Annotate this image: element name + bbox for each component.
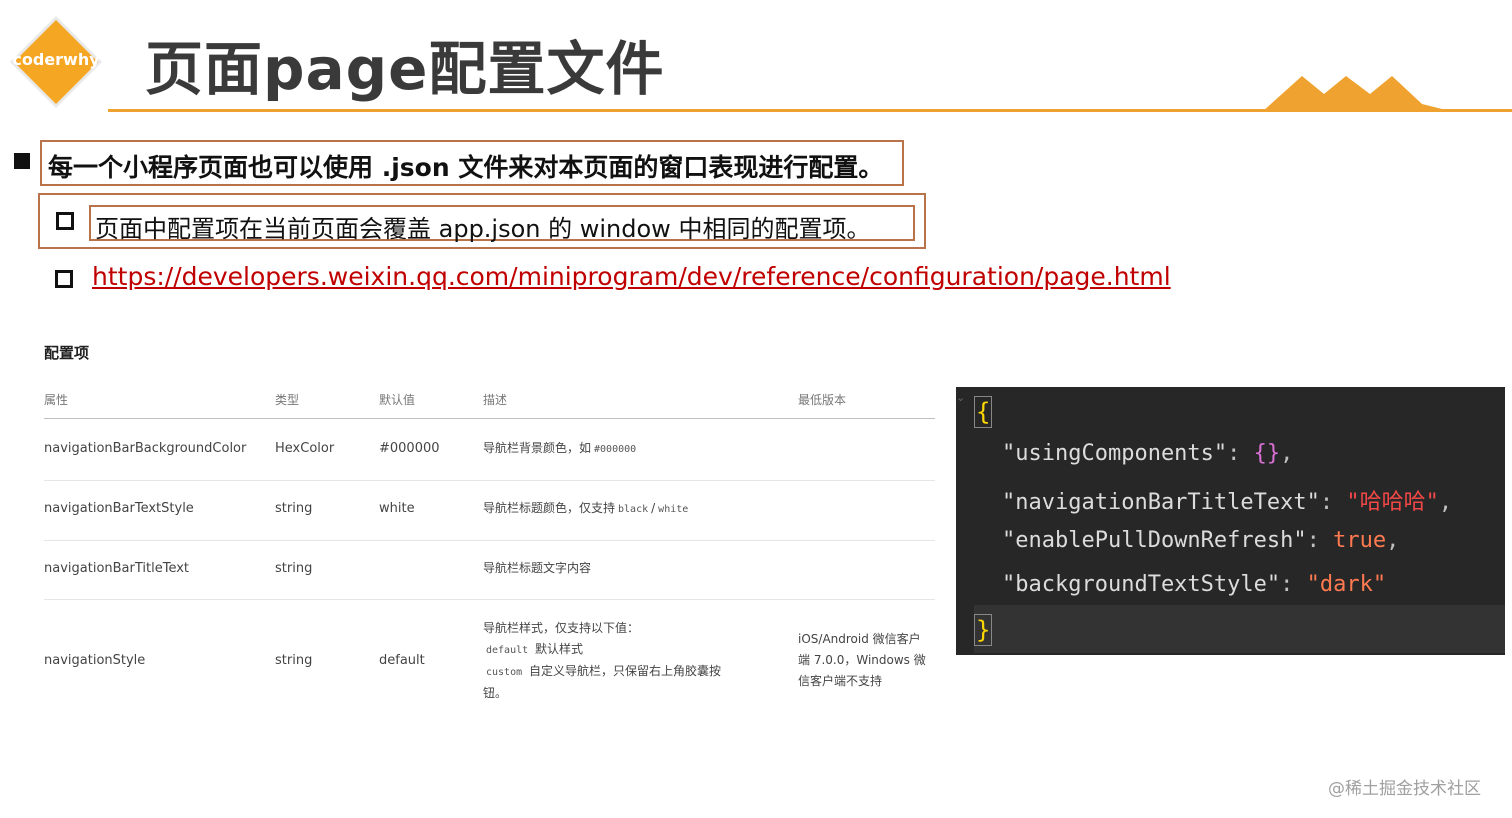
desc-text: 自定义导航栏，只保留右上角胶囊按 [528,664,721,678]
table-cell-attr: navigationBarTitleText [44,561,190,576]
current-line-highlight [974,605,1505,653]
table-cell-type: string [275,501,313,516]
code-value: "哈哈哈" [1346,490,1439,515]
version-line: 端 7.0.0，Windows 微 [798,653,926,667]
table-cell-type: string [275,653,313,668]
table-cell-type: string [275,561,313,576]
main-bullet-text: 每一个小程序页面也可以使用 .json 文件来对本页面的窗口表现进行配置。 [48,153,884,182]
desc-code: custom [486,667,523,678]
watermark: @稀土掘金技术社区 [1328,779,1481,799]
highlight-box-sub: 页面中配置项在当前页面会覆盖 app.json 的 window 中相同的配置项… [38,193,926,249]
desc-code: white [658,504,689,515]
code-line: "usingComponents": {}, [1002,441,1293,466]
table-header-divider [44,418,935,419]
reference-link[interactable]: https://developers.weixin.qq.com/minipro… [92,262,1171,291]
version-line: 信客户端不支持 [798,674,883,688]
table-cell-type: HexColor [275,441,335,456]
desc-code: default [486,645,529,656]
editor-gutter: ⌄ [956,387,972,655]
column-header-type: 类型 [275,393,300,407]
row-divider [44,480,935,481]
version-line: iOS/Android 微信客户 [798,632,921,646]
code-colon: : [1280,572,1307,597]
table-cell-attr: navigationBarBackgroundColor [44,441,247,456]
code-line: "enablePullDownRefresh": true, [1002,528,1399,553]
code-comma: , [1438,490,1453,515]
code-colon: : [1227,441,1254,466]
code-key: "enablePullDownRefresh" [1002,528,1307,553]
table-cell-attr: navigationBarTextStyle [44,501,194,516]
header-divider [108,109,1512,112]
page-title: 页面page配置文件 [145,35,665,103]
code-value: "dark" [1306,572,1387,597]
code-editor-panel: ⌄ [956,387,1505,655]
sub-bullet-text: 页面中配置项在当前页面会覆盖 app.json 的 window 中相同的配置项… [95,215,871,243]
table-cell-desc: 导航栏标题颜色，仅支持 black / white [483,498,691,520]
table-cell-desc: 导航栏样式，仅支持以下值： default 默认样式 custom 自定义导航栏… [483,618,721,704]
code-colon: : [1319,490,1347,515]
close-brace: } [974,614,993,646]
code-key: "usingComponents" [1002,441,1228,466]
table-cell-version: iOS/Android 微信客户 端 7.0.0，Windows 微 信客户端不… [798,629,926,692]
hollow-bullet-icon [56,212,74,230]
column-header-version: 最低版本 [798,393,847,407]
code-value: {} [1253,441,1281,466]
logo-text: coderwhy [12,50,100,69]
table-cell-desc: 导航栏背景颜色，如 #000000 [483,438,639,460]
code-line: "backgroundTextStyle": "dark" [1002,572,1386,597]
highlight-box-main: 每一个小程序页面也可以使用 .json 文件来对本页面的窗口表现进行配置。 [40,140,904,186]
column-header-attr: 属性 [44,393,69,407]
table-cell-attr: navigationStyle [44,653,146,668]
column-header-desc: 描述 [483,393,508,407]
code-key: "backgroundTextStyle" [1002,572,1281,597]
desc-text: 默认样式 [534,642,583,656]
code-comma: , [1280,441,1294,466]
highlight-box-sub-inner: 页面中配置项在当前页面会覆盖 app.json 的 window 中相同的配置项… [89,205,915,243]
hollow-bullet-icon [55,270,73,288]
row-divider [44,540,935,541]
code-colon: : [1306,528,1334,553]
table-cell-default: #000000 [379,441,440,456]
fold-chevron-icon[interactable]: ⌄ [956,391,965,404]
bullet-square-icon [14,153,30,169]
table-cell-default: default [379,653,425,668]
desc-text: 导航栏背景颜色，如 [483,441,592,455]
code-value: true [1333,528,1387,553]
desc-code: #000000 [594,444,637,455]
desc-line: 钮。 [483,686,508,700]
open-brace: { [974,396,993,428]
desc-code: black [618,504,649,515]
code-comma: , [1386,528,1400,553]
code-key: "navigationBarTitleText" [1002,490,1320,515]
desc-line: 导航栏样式，仅支持以下值： [483,621,640,635]
row-divider [44,599,935,600]
table-cell-desc: 导航栏标题文字内容 [483,561,592,575]
table-title: 配置项 [44,344,90,362]
code-line: "navigationBarTitleText": "哈哈哈", [1002,484,1452,516]
table-cell-default: white [379,501,415,516]
column-header-default: 默认值 [379,393,416,407]
desc-text: 导航栏标题颜色，仅支持 [483,501,616,515]
mountain-decoration-icon [1262,76,1454,112]
